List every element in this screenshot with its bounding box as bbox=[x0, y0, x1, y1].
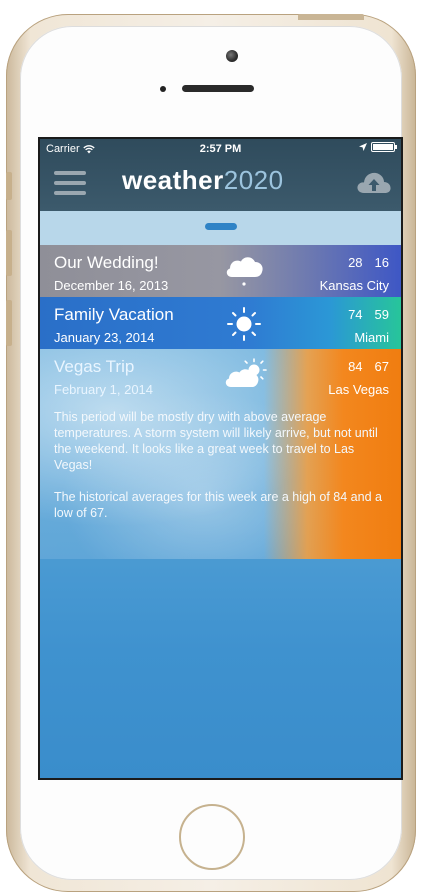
screen: Carrier 2:57 PM weather2020 Our Wedding!… bbox=[38, 137, 403, 780]
drag-handle[interactable] bbox=[204, 223, 237, 230]
top-bar: Carrier 2:57 PM weather2020 bbox=[40, 139, 401, 211]
nav-bar: weather2020 bbox=[40, 157, 401, 211]
logo-wordmark: weather bbox=[122, 165, 224, 195]
pull-handle-area[interactable] bbox=[40, 211, 401, 245]
cloud-upload-icon[interactable] bbox=[355, 167, 393, 199]
historical-averages: The historical averages for this week ar… bbox=[54, 490, 382, 520]
event-temps: 74 59 bbox=[348, 307, 389, 322]
low-temp: 16 bbox=[374, 255, 389, 270]
event-name: Our Wedding! bbox=[54, 253, 159, 272]
sun-icon bbox=[227, 307, 261, 341]
volume-up-button bbox=[6, 230, 12, 276]
location-arrow-icon bbox=[359, 143, 367, 151]
event-date: January 23, 2014 bbox=[54, 330, 155, 345]
front-camera bbox=[226, 50, 238, 62]
home-button[interactable] bbox=[179, 804, 245, 870]
low-temp: 67 bbox=[374, 359, 389, 374]
event-temps: 28 16 bbox=[348, 255, 389, 270]
event-date: December 16, 2013 bbox=[54, 278, 169, 293]
proximity-sensor bbox=[160, 86, 166, 92]
event-city: Miami bbox=[354, 330, 389, 345]
power-button bbox=[298, 14, 364, 20]
forecast-summary: This period will be mostly dry with abov… bbox=[54, 410, 378, 472]
event-city: Kansas City bbox=[319, 278, 389, 293]
event-row-wedding[interactable]: Our Wedding! December 16, 2013 28 16 Kans… bbox=[40, 245, 401, 297]
event-name: Vegas Trip bbox=[54, 357, 135, 376]
logo-year: 2020 bbox=[223, 165, 284, 195]
menu-icon[interactable] bbox=[54, 171, 86, 195]
low-temp: 59 bbox=[374, 307, 389, 322]
volume-down-button bbox=[6, 300, 12, 346]
forecast-description: This period will be mostly dry with abov… bbox=[54, 409, 394, 537]
earpiece-speaker bbox=[182, 85, 254, 92]
status-right bbox=[359, 142, 397, 152]
high-temp: 28 bbox=[348, 255, 363, 270]
app-logo: weather2020 bbox=[122, 165, 284, 196]
status-bar: Carrier 2:57 PM bbox=[40, 139, 401, 157]
event-city: Las Vegas bbox=[328, 382, 389, 397]
event-temps: 84 67 bbox=[348, 359, 389, 374]
app-background: Carrier 2:57 PM weather2020 Our Wedding!… bbox=[40, 139, 401, 778]
high-temp: 84 bbox=[348, 359, 363, 374]
event-date: February 1, 2014 bbox=[54, 382, 154, 397]
event-row-vegas-trip[interactable]: Vegas Trip February 1, 2014 84 67 Las Veg… bbox=[40, 349, 401, 559]
event-row-family-vacation[interactable]: Family Vacation January 23, 2014 74 59 M… bbox=[40, 297, 401, 349]
snow-cloud-icon bbox=[226, 257, 263, 286]
event-name: Family Vacation bbox=[54, 305, 174, 324]
mute-switch bbox=[6, 172, 12, 200]
partly-cloudy-icon bbox=[225, 358, 267, 387]
battery-icon bbox=[371, 142, 397, 152]
high-temp: 74 bbox=[348, 307, 363, 322]
status-time: 2:57 PM bbox=[199, 143, 242, 155]
